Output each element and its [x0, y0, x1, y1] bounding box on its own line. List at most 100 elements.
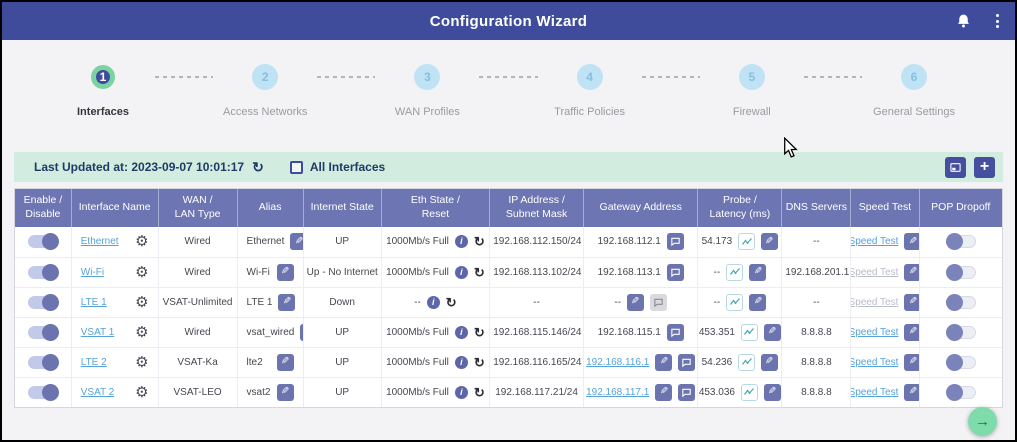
gateway-edit-button[interactable]: ✎: [655, 354, 672, 371]
internet-state-value: Up - No Internet: [307, 267, 378, 278]
speed-test-link[interactable]: Speed Test: [851, 357, 898, 368]
reset-icon[interactable]: ↻: [474, 235, 485, 248]
latency-chart-icon[interactable]: [741, 384, 758, 401]
gear-icon[interactable]: ⚙: [135, 385, 148, 400]
enable-disable-toggle[interactable]: [28, 326, 58, 339]
latency-chart-icon[interactable]: [738, 233, 755, 250]
pop-dropoff-toggle[interactable]: [946, 386, 976, 399]
speed-test-link[interactable]: Speed Test: [851, 236, 898, 247]
speed-test-edit-button[interactable]: ✎: [904, 324, 919, 341]
info-icon[interactable]: i: [455, 235, 468, 248]
gateway-tooltip-button[interactable]: [678, 354, 695, 371]
enable-disable-toggle[interactable]: [28, 386, 58, 399]
internet-state-value: UP: [335, 357, 349, 368]
gear-icon[interactable]: ⚙: [135, 234, 148, 249]
enable-disable-toggle[interactable]: [28, 235, 58, 248]
stepper-step-interfaces[interactable]: 1Interfaces: [57, 60, 149, 118]
speed-test-edit-button[interactable]: ✎: [904, 384, 919, 401]
interface-name-link[interactable]: LTE 2: [81, 357, 107, 368]
interface-table-body: Ethernet ⚙ Wired Ethernet ✎ UP 1000Mb/s …: [15, 227, 1002, 407]
latency-chart-icon[interactable]: [726, 264, 743, 281]
speed-test-edit-button[interactable]: ✎: [904, 354, 919, 371]
reset-icon[interactable]: ↻: [474, 326, 485, 339]
probe-edit-button[interactable]: ✎: [761, 233, 778, 250]
probe-edit-button[interactable]: ✎: [764, 324, 781, 341]
alias-edit-button[interactable]: ✎: [277, 264, 294, 281]
speed-test-link[interactable]: Speed Test: [851, 297, 898, 308]
gateway-tooltip-button[interactable]: [678, 384, 695, 401]
interface-name-link[interactable]: LTE 1: [81, 297, 107, 308]
gateway-edit-button[interactable]: ✎: [627, 294, 644, 311]
gateway-tooltip-button[interactable]: [667, 233, 684, 250]
enable-disable-toggle[interactable]: [28, 266, 58, 279]
gateway-tooltip-button[interactable]: [667, 264, 684, 281]
info-icon[interactable]: i: [455, 386, 468, 399]
pop-dropoff-toggle[interactable]: [946, 296, 976, 309]
all-interfaces-checkbox-wrap[interactable]: All Interfaces: [290, 160, 385, 174]
probe-edit-button[interactable]: ✎: [749, 294, 766, 311]
gear-icon[interactable]: ⚙: [135, 295, 148, 310]
stepper-step-firewall[interactable]: 5Firewall: [706, 60, 798, 118]
probe-edit-button[interactable]: ✎: [761, 354, 778, 371]
info-icon[interactable]: i: [455, 266, 468, 279]
alias-edit-button[interactable]: ✎: [278, 294, 295, 311]
all-interfaces-checkbox[interactable]: [290, 161, 303, 174]
speed-test-link[interactable]: Speed Test: [851, 327, 898, 338]
speed-test-link[interactable]: Speed Test: [851, 267, 898, 278]
reset-icon[interactable]: ↻: [474, 266, 485, 279]
column-header: Interface Name: [71, 189, 158, 227]
stepper-step-traffic-policies[interactable]: 4Traffic Policies: [544, 60, 636, 118]
enable-disable-toggle[interactable]: [28, 296, 58, 309]
reset-icon[interactable]: ↻: [446, 296, 457, 309]
kebab-menu-icon[interactable]: [990, 12, 1005, 30]
pop-dropoff-toggle[interactable]: [946, 356, 976, 369]
alias-edit-button[interactable]: ✎: [277, 354, 294, 371]
wan-lan-type-value: VSAT-Ka: [177, 357, 217, 368]
gear-icon[interactable]: ⚙: [135, 355, 148, 370]
pop-dropoff-toggle[interactable]: [946, 326, 976, 339]
info-icon[interactable]: i: [455, 326, 468, 339]
step-label: General Settings: [873, 106, 955, 118]
pop-dropoff-toggle[interactable]: [946, 266, 976, 279]
interface-name-link[interactable]: VSAT 1: [81, 327, 115, 338]
gateway-edit-button[interactable]: ✎: [655, 384, 672, 401]
reset-icon[interactable]: ↻: [474, 386, 485, 399]
wizard-stepper-zone: 1Interfaces 2Access Networks 3WAN Profiles…: [2, 40, 1015, 152]
stepper-step-access-networks[interactable]: 2Access Networks: [219, 60, 311, 118]
configuration-wizard-screen: Configuration Wizard 1Interfaces2Access …: [0, 0, 1017, 442]
card-view-button[interactable]: [945, 157, 966, 178]
interface-name-link[interactable]: Ethernet: [81, 236, 119, 247]
info-icon[interactable]: i: [455, 356, 468, 369]
gateway-tooltip-button[interactable]: [667, 324, 684, 341]
interface-name-link[interactable]: VSAT 2: [81, 387, 115, 398]
stepper-step-general-settings[interactable]: 6General Settings: [868, 60, 960, 118]
info-icon[interactable]: i: [427, 296, 440, 309]
next-step-button[interactable]: →: [968, 407, 997, 436]
gear-icon[interactable]: ⚙: [135, 325, 148, 340]
pop-dropoff-toggle[interactable]: [946, 235, 976, 248]
refresh-icon[interactable]: ↻: [252, 159, 264, 176]
reset-icon[interactable]: ↻: [474, 356, 485, 369]
interface-name-link[interactable]: Wi-Fi: [81, 267, 104, 278]
alias-edit-button[interactable]: ✎: [277, 384, 294, 401]
speed-test-edit-button[interactable]: ✎: [904, 233, 919, 250]
table-toolbar: Last Updated at: 2023-09-07 10:01:17 ↻ A…: [14, 152, 1003, 182]
latency-chart-icon[interactable]: [726, 294, 743, 311]
probe-edit-button[interactable]: ✎: [764, 384, 781, 401]
gateway-value: 192.168.113.1: [598, 267, 661, 278]
enable-disable-toggle[interactable]: [28, 356, 58, 369]
latency-chart-icon[interactable]: [741, 324, 758, 341]
column-header: IP Address / Subnet Mask: [490, 189, 584, 227]
probe-edit-button[interactable]: ✎: [749, 264, 766, 281]
latency-chart-icon[interactable]: [738, 354, 755, 371]
alias-edit-button[interactable]: ✎: [290, 233, 303, 250]
speed-test-edit-button[interactable]: ✎: [904, 294, 919, 311]
gear-icon[interactable]: ⚙: [135, 265, 148, 280]
add-interface-button[interactable]: +: [974, 157, 995, 178]
notification-bell-icon[interactable]: [955, 12, 972, 30]
speed-test-link[interactable]: Speed Test: [851, 387, 898, 398]
interfaces-table: Enable / DisableInterface NameWAN / LAN …: [15, 189, 1002, 407]
stepper-step-wan-profiles[interactable]: 3WAN Profiles: [381, 60, 473, 118]
gateway-tooltip-button[interactable]: [650, 294, 667, 311]
speed-test-edit-button[interactable]: ✎: [904, 264, 919, 281]
